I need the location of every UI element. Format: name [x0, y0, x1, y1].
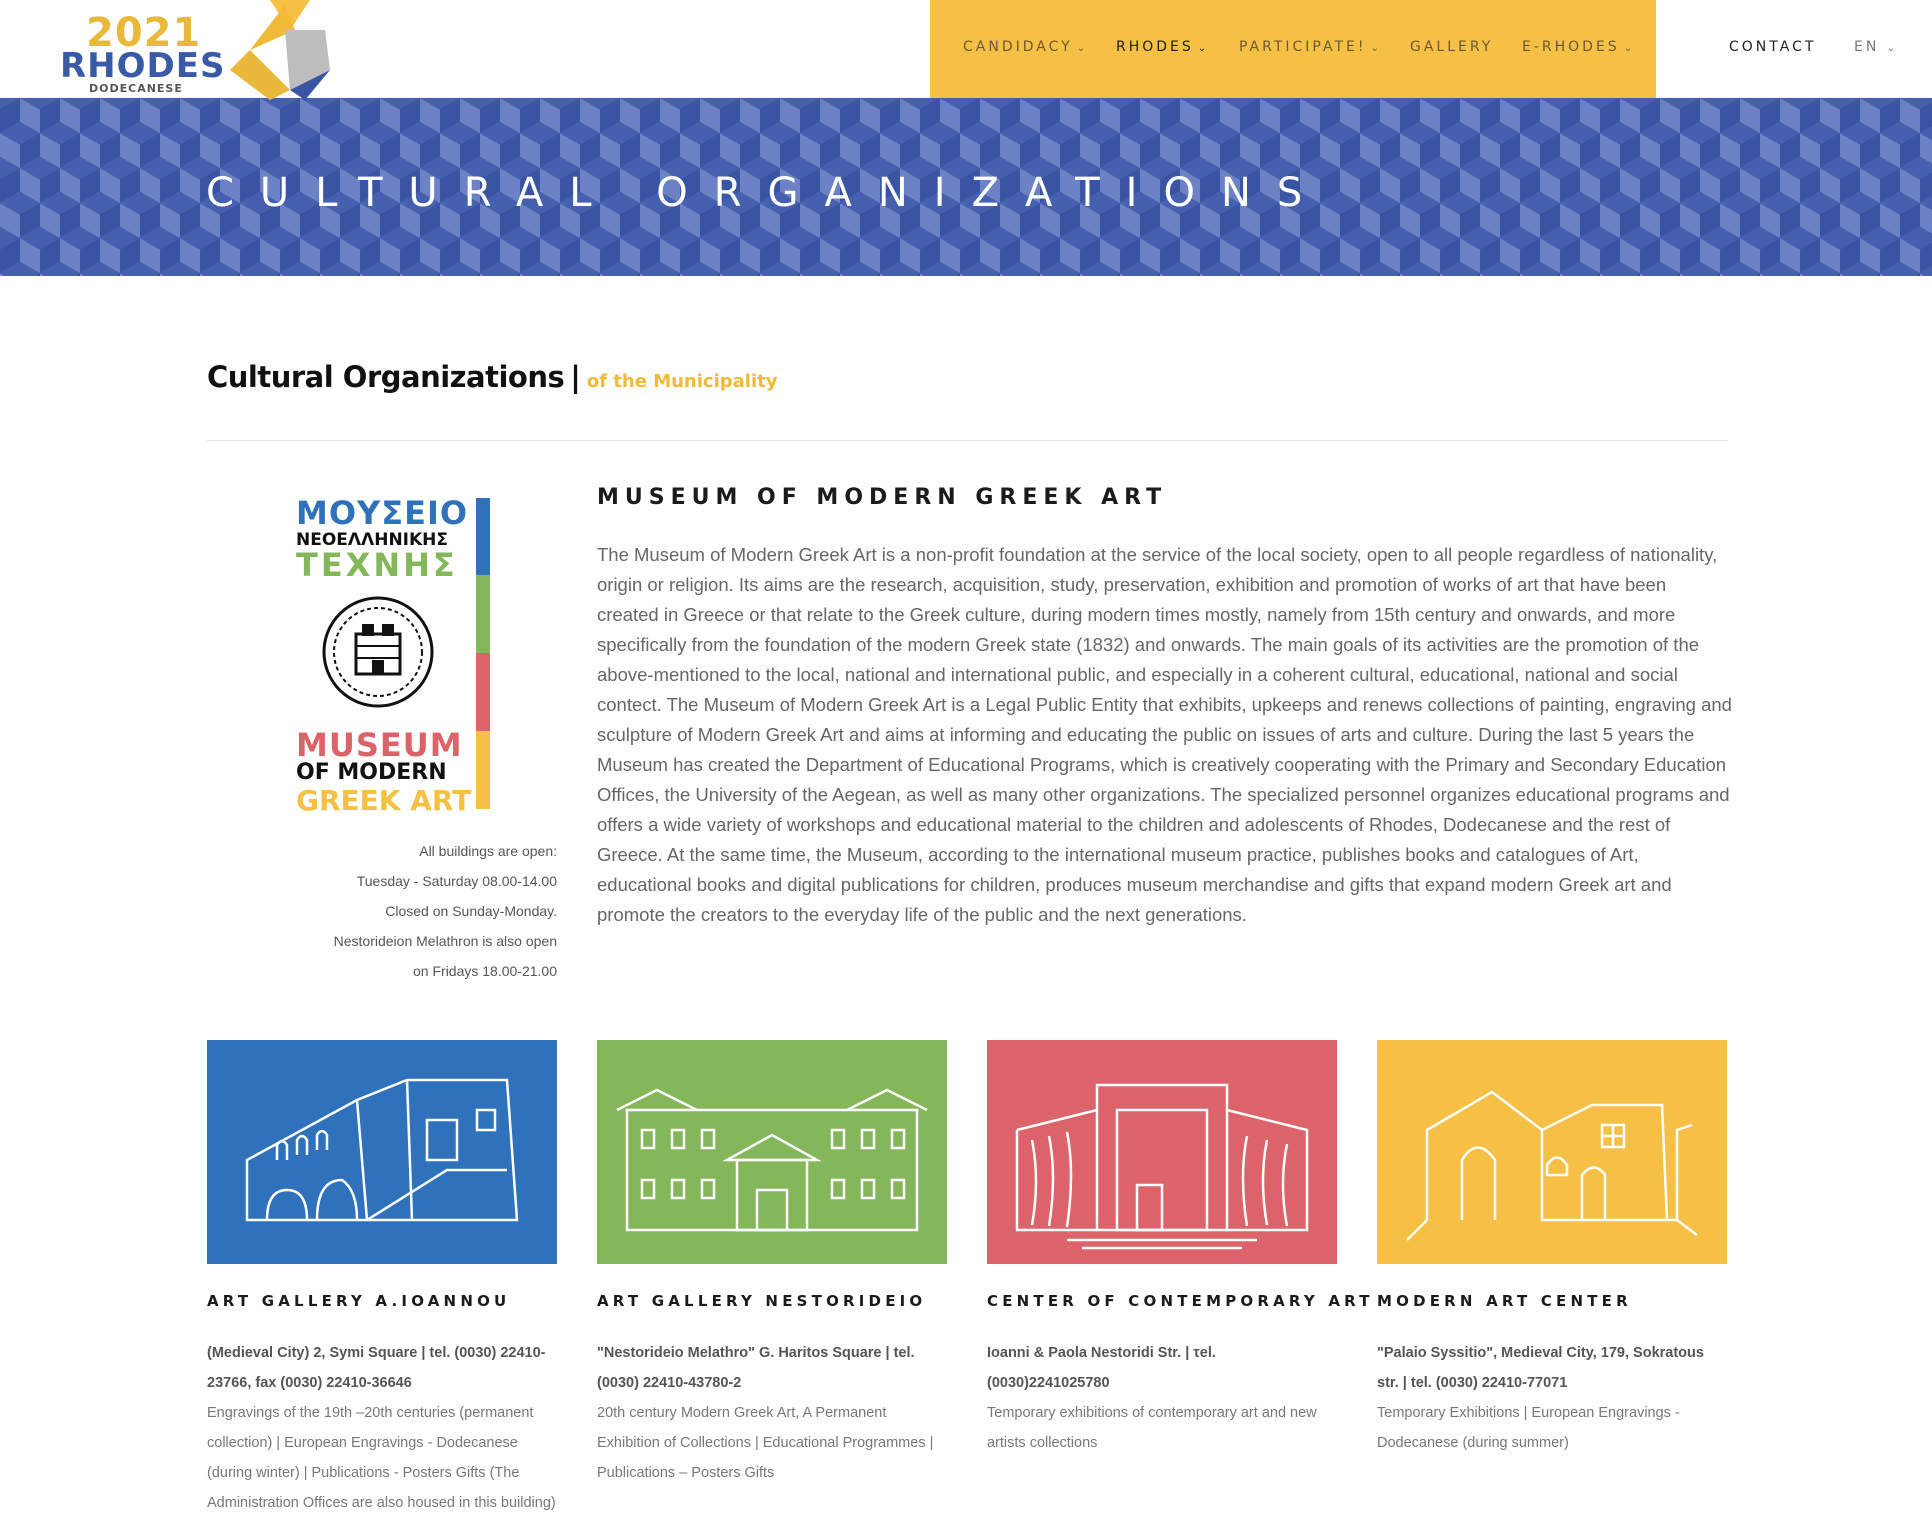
- section-separator: |: [570, 360, 581, 394]
- logo-subtitle: DODECANESE: [89, 82, 183, 95]
- card-description: Temporary Exhibitions | European Engravi…: [1377, 1405, 1680, 1451]
- museum-seal-icon: [322, 596, 434, 708]
- card-image[interactable]: [597, 1040, 947, 1264]
- nav-e-rhodes[interactable]: E-RHODES ⌄: [1522, 39, 1632, 55]
- hours-line: Closed on Sunday-Monday.: [385, 903, 557, 919]
- museum-logo: ΜΟΥΣΕΙΟ ΝΕΟΕΛΛΗΝΙΚΗΣ ΤΕΧΝΗΣ MUSEUM OF MO…: [296, 494, 496, 817]
- card-address: "Nestorideio Melathro" G. Haritos Square…: [597, 1345, 915, 1391]
- logo-line-5: OF MODERN: [296, 760, 447, 785]
- card-title[interactable]: ART GALLERY A.IOANNOU: [207, 1292, 557, 1310]
- card-title[interactable]: CENTER OF CONTEMPORARY ART: [987, 1292, 1369, 1310]
- divider: [207, 440, 1728, 441]
- logo-bar-blue: [476, 498, 490, 575]
- card-image[interactable]: [207, 1040, 557, 1264]
- chevron-down-icon: ⌄: [1886, 43, 1896, 54]
- chevron-down-icon: ⌄: [1370, 43, 1379, 54]
- site-logo[interactable]: 2021 RHODES DODECANESE: [30, 0, 350, 160]
- main-nav: CANDIDACY ⌄ RHODES ⌄ PARTICIPATE! ⌄ GALLERY…: [930, 0, 1656, 98]
- nav-contact[interactable]: CONTACT: [1729, 39, 1816, 55]
- card-image[interactable]: [1377, 1040, 1727, 1264]
- chevron-down-icon: ⌄: [1197, 43, 1207, 54]
- card-title[interactable]: ART GALLERY NESTORIDEIO: [597, 1292, 947, 1310]
- museum-description: The Museum of Modern Greek Art is a non-…: [597, 544, 1732, 925]
- logo-line-3: ΤΕΧΝΗΣ: [296, 546, 458, 584]
- hours-line: on Fridays 18.00-21.00: [413, 963, 557, 979]
- nav-gallery[interactable]: GALLERY: [1410, 39, 1493, 55]
- card-image[interactable]: [987, 1040, 1337, 1264]
- building-illustration-icon: [1406, 1090, 1698, 1241]
- logo-line-6: GREEK ART: [296, 784, 472, 817]
- nav-participate[interactable]: PARTICIPATE! ⌄: [1239, 39, 1379, 55]
- museum-title: MUSEUM OF MODERN GREEK ART: [597, 485, 1168, 510]
- logo-line-4: MUSEUM: [296, 726, 463, 764]
- hours-line: Tuesday - Saturday 08.00-14.00: [356, 873, 557, 889]
- section-heading: Cultural Organizations | of the Municipali…: [207, 360, 777, 394]
- section-title: Cultural Organizations: [207, 360, 565, 394]
- building-illustration-icon: [1015, 1083, 1309, 1250]
- card-art-gallery-ioannou[interactable]: ART GALLERY A.IOANNOU (Medieval City) 2,…: [207, 1040, 557, 1518]
- building-illustration-icon: [616, 1088, 928, 1232]
- card-center-contemporary-art[interactable]: CENTER OF CONTEMPORARY ART Ioanni & Paol…: [987, 1040, 1369, 1458]
- section-subtitle: of the Municipality: [586, 371, 778, 392]
- nav-rhodes[interactable]: RHODES ⌄: [1116, 39, 1206, 55]
- card-description: 20th century Modern Greek Art, A Permane…: [597, 1405, 934, 1481]
- card-address: "Palaio Syssitio", Medieval City, 179, S…: [1377, 1345, 1704, 1391]
- banner-title: CULTURAL ORGANIZATIONS: [206, 170, 1329, 216]
- logo-line-1: ΜΟΥΣΕΙΟ: [296, 494, 469, 532]
- nav-candidacy[interactable]: CANDIDACY ⌄: [963, 39, 1085, 55]
- hours-line: Nestorideion Melathron is also open: [333, 933, 557, 949]
- card-description: Engravings of the 19th –20th centuries (…: [207, 1405, 556, 1511]
- language-selector[interactable]: EN ⌄: [1854, 39, 1895, 55]
- chevron-down-icon: ⌄: [1623, 43, 1633, 54]
- opening-hours: All buildings are open: Tuesday - Saturd…: [280, 836, 557, 986]
- chevron-down-icon: ⌄: [1076, 43, 1086, 54]
- logo-city: RHODES: [60, 46, 226, 86]
- card-address: (Medieval City) 2, Symi Square | tel. (0…: [207, 1345, 546, 1391]
- logo-bar-green: [476, 575, 490, 653]
- card-title[interactable]: MODERN ART CENTER: [1377, 1292, 1727, 1310]
- logo-mark-icon: [230, 0, 330, 100]
- card-modern-art-center[interactable]: MODERN ART CENTER "Palaio Syssitio", Med…: [1377, 1040, 1727, 1458]
- hours-line: All buildings are open:: [419, 843, 557, 859]
- logo-bar-yellow: [476, 731, 490, 809]
- logo-bar-red: [476, 653, 490, 731]
- card-address: Ioanni & Paola Nestoridi Str. | τel. (00…: [987, 1345, 1216, 1391]
- building-illustration-icon: [245, 1078, 519, 1222]
- card-description: Temporary exhibitions of contemporary ar…: [987, 1405, 1317, 1451]
- card-art-gallery-nestorideio[interactable]: ART GALLERY NESTORIDEIO "Nestorideio Mel…: [597, 1040, 947, 1488]
